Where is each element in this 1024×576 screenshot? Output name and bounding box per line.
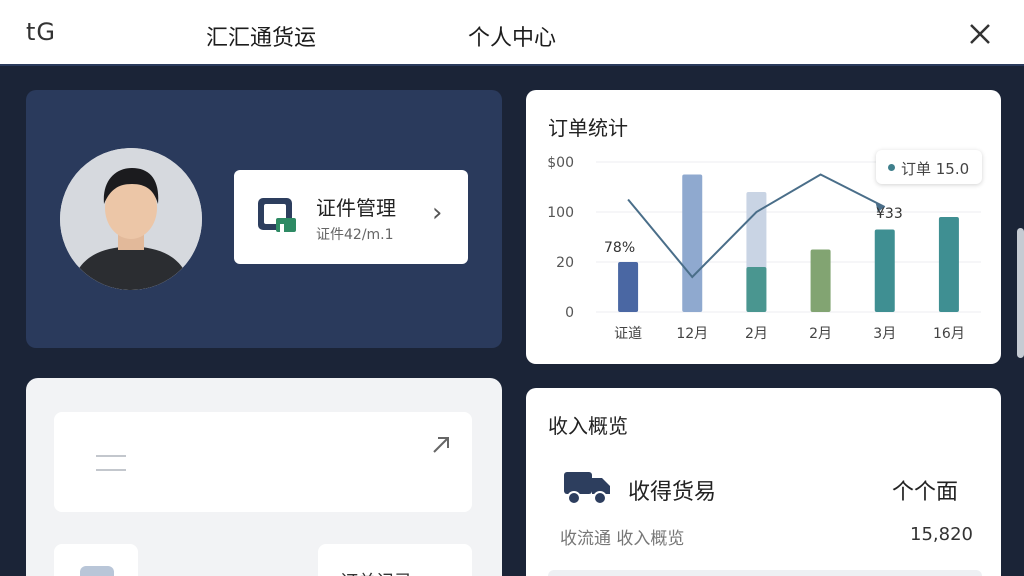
income-title: 收入概览 [548, 414, 628, 438]
quick-panel: 订单记录 [26, 378, 502, 576]
menu-lines-icon [94, 448, 128, 476]
income-right-label: 个个面 [892, 480, 959, 505]
close-icon[interactable] [964, 18, 996, 50]
document-management-button[interactable]: 证件管理 证件42/m.1 › [234, 170, 468, 264]
bar [618, 262, 639, 312]
arrow-up-right-icon[interactable] [430, 434, 452, 456]
annotation-label: ¥33 [876, 206, 903, 222]
income-progress-bar [548, 570, 982, 576]
document-icon [258, 196, 298, 238]
folder-icon [80, 566, 114, 576]
x-tick-label: 2月 [745, 326, 768, 342]
quick-tile-left[interactable] [54, 544, 138, 576]
y-tick-label: $00 [547, 155, 574, 171]
bar [810, 249, 831, 312]
bar [746, 267, 767, 312]
document-management-subtitle: 证件42/m.1 [316, 227, 394, 243]
chevron-right-icon: › [432, 198, 443, 228]
order-stats-card: 订单统计 $00 100 20 0 证道 12月 2月 2月 3月 16月 78% ¥33 订单 15… [526, 90, 1001, 364]
x-tick-label: 3月 [873, 326, 896, 342]
x-tick-label: 证道 [614, 326, 642, 342]
legend-label: 订单 15.0 [901, 160, 970, 178]
avatar[interactable] [60, 148, 202, 290]
income-sub-label: 收流通 收入概览 [560, 529, 685, 549]
chart-legend: 订单 15.0 [876, 150, 982, 184]
order-record-label: 订单记录 [340, 568, 412, 576]
page-title: 个人中心 [468, 26, 557, 51]
income-main-label: 收得货易 [628, 480, 717, 505]
order-record-tile[interactable]: 订单记录 [318, 544, 472, 576]
x-tick-label: 16月 [933, 326, 965, 342]
legend-dot [888, 164, 895, 171]
top-bar: tG 汇汇通货运 个人中心 [0, 0, 1024, 66]
truck-icon [564, 468, 612, 506]
scrollbar[interactable] [1017, 228, 1024, 358]
order-stats-chart: $00 100 20 0 证道 12月 2月 2月 3月 16月 78% ¥33 [547, 155, 981, 342]
x-tick-label: 12月 [676, 326, 708, 342]
annotation-label: 78% [604, 240, 635, 256]
bar [938, 217, 959, 312]
bar [874, 229, 895, 312]
y-tick-label: 0 [565, 305, 574, 321]
income-value: 15,820 [910, 524, 973, 545]
x-tick-label: 2月 [809, 326, 832, 342]
income-overview-card: 收入概览 收得货易 个个面 收流通 收入概览 15,820 [526, 388, 1001, 576]
profile-card: 证件管理 证件42/m.1 › [26, 90, 502, 348]
y-tick-label: 20 [556, 255, 574, 271]
bar [682, 174, 703, 312]
y-tick-label: 100 [547, 205, 574, 221]
app-name: 汇汇通货运 [206, 26, 317, 51]
app-logo: tG [26, 18, 57, 46]
quick-card[interactable] [54, 412, 472, 512]
document-management-title: 证件管理 [316, 196, 396, 220]
